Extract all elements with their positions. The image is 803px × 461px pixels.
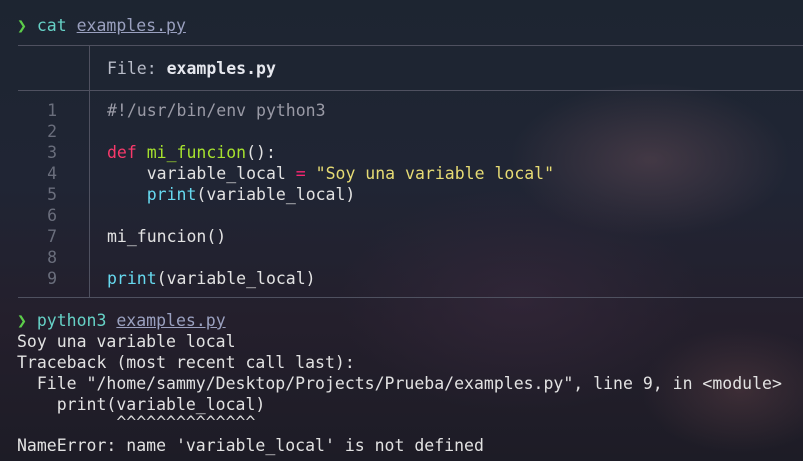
code-line-4: variable_local = "Soy una variable local… <box>107 163 554 184</box>
print-builtin: print <box>146 185 197 204</box>
code-line-5: print(variable_local) <box>107 184 356 205</box>
prompt-line-cat: ❯ cat examples.py <box>17 15 186 36</box>
assign-string: "Soy una variable local" <box>315 164 555 183</box>
code-line-7: mi_funcion() <box>107 226 226 247</box>
command-name: python3 <box>36 311 107 330</box>
traceback-file-line: File "/home/sammy/Desktop/Projects/Prueb… <box>17 374 782 393</box>
def-parens: (): <box>246 143 276 162</box>
assign-operator: = <box>295 164 306 183</box>
line-number: 9 <box>47 269 57 288</box>
header-bottom-rule <box>18 90 803 91</box>
frame-top-rule <box>18 45 803 46</box>
print-builtin: print <box>107 269 157 288</box>
print-args: (variable_local) <box>196 185 356 204</box>
code-line-1: #!/usr/bin/env python3 <box>107 100 326 121</box>
file-header-label: File: <box>107 59 167 78</box>
file-header: File: examples.py <box>107 58 276 79</box>
line-number: 8 <box>47 248 57 267</box>
line-number: 5 <box>47 185 57 204</box>
line-number: 3 <box>47 143 57 162</box>
call-statement: mi_funcion() <box>107 227 227 246</box>
command-name: cat <box>36 16 67 35</box>
prompt-arrow-icon: ❯ <box>17 311 27 330</box>
error-message: NameError: name 'variable_local' is not … <box>17 436 484 455</box>
line-number: 4 <box>47 164 57 183</box>
output-line: Soy una variable local <box>17 332 236 351</box>
print-args: (variable_local) <box>156 269 316 288</box>
traceback-caret-line: ^^^^^^^^^^^^^^ <box>17 413 256 432</box>
shebang-comment: #!/usr/bin/env python3 <box>107 101 326 120</box>
code-line-9: print(variable_local) <box>107 268 316 289</box>
frame-bottom-rule <box>18 297 803 298</box>
gutter-divider <box>89 90 90 297</box>
line-number: 6 <box>47 206 57 225</box>
code-line-3: def mi_funcion(): <box>107 142 276 163</box>
function-name: mi_funcion <box>146 143 247 162</box>
assign-variable: variable_local <box>146 164 286 183</box>
prompt-line-python: ❯ python3 examples.py <box>17 310 226 331</box>
def-keyword: def <box>107 143 137 162</box>
line-number: 2 <box>47 122 57 141</box>
line-number: 1 <box>47 101 57 120</box>
command-argument[interactable]: examples.py <box>77 16 186 35</box>
traceback-header: Traceback (most recent call last): <box>17 353 355 372</box>
command-argument[interactable]: examples.py <box>116 311 225 330</box>
header-gutter-divider <box>89 45 90 90</box>
prompt-arrow-icon: ❯ <box>17 16 27 35</box>
file-header-filename: examples.py <box>166 59 276 78</box>
line-number: 7 <box>47 227 57 246</box>
